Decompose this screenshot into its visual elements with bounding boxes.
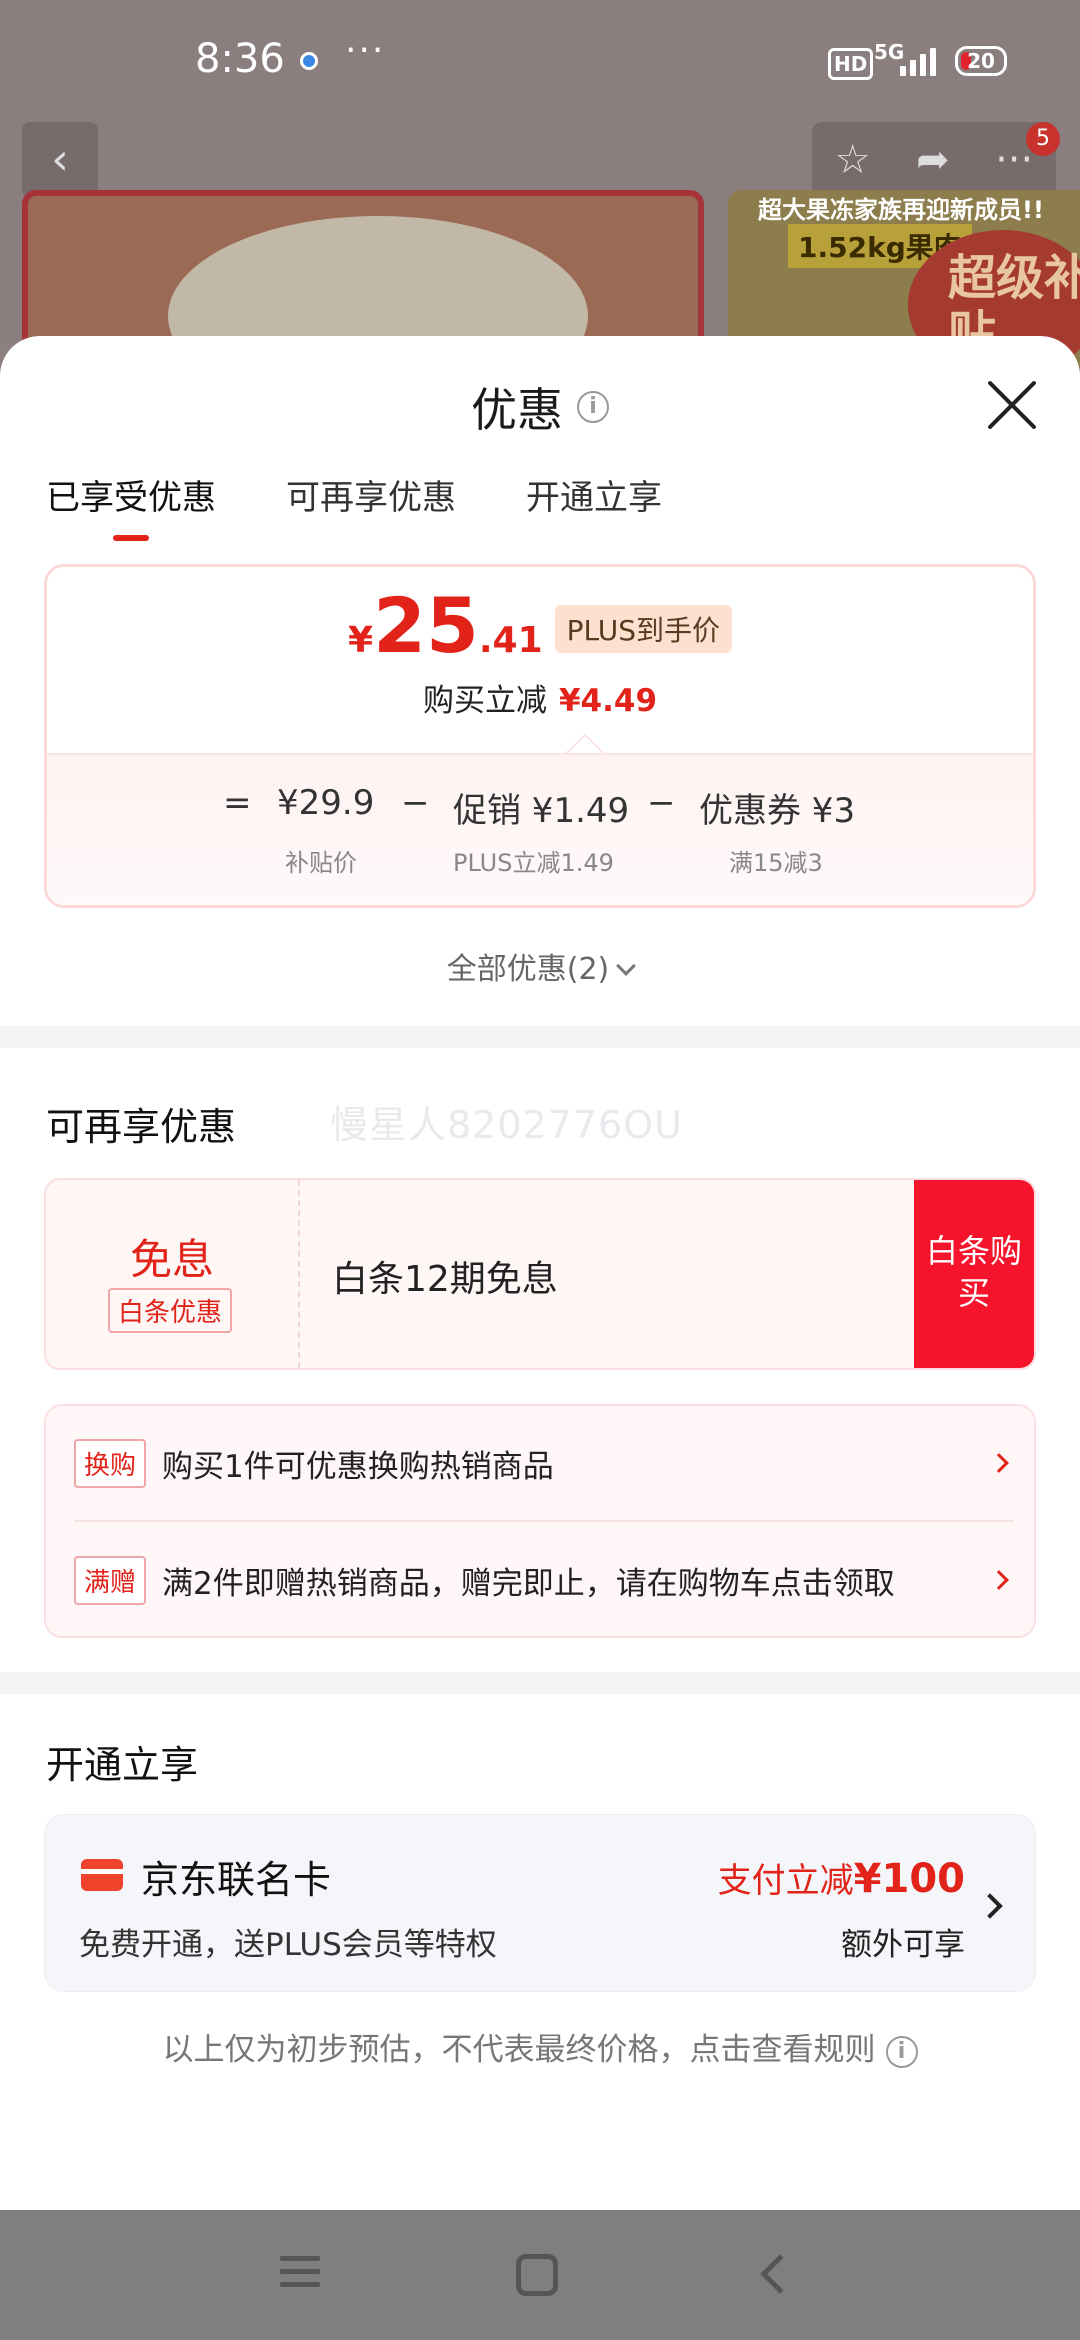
price-integer: 25 bbox=[373, 581, 479, 670]
sheet-title: 优惠 bbox=[471, 383, 563, 437]
baitiao-offer[interactable]: 免息 白条优惠 白条12期免息 白条购买 bbox=[44, 1178, 1036, 1370]
status-more-icon: ··· bbox=[345, 30, 386, 71]
reduce-line: 购买立减 ¥4.49 bbox=[47, 675, 1033, 720]
chevron-down-icon bbox=[616, 956, 637, 976]
info-icon[interactable]: i bbox=[577, 391, 609, 423]
card-promo-value: ¥100 bbox=[853, 1856, 965, 1902]
offers-list: 换购 购买1件可优惠换购热销商品 满赠 满2件即赠热销商品，赠完即止，请在购物车… bbox=[44, 1404, 1036, 1638]
interest-free-label: 免息 bbox=[129, 1235, 214, 1284]
credit-card-icon bbox=[81, 1859, 123, 1891]
reduce-label: 购买立减 bbox=[422, 683, 547, 719]
list-item[interactable]: 满赠 满2件即赠热销商品，赠完即止，请在购物车点击领取 bbox=[74, 1522, 1014, 1638]
disclaimer-text: 以上仅为初步预估，不代表最终价格，点击查看规则 bbox=[162, 2032, 876, 2068]
status-time: 8:36 bbox=[195, 36, 285, 82]
coupon-discount: 优惠券 ¥3 bbox=[699, 791, 856, 831]
card-promo-prefix: 支付立减 bbox=[717, 1861, 854, 1901]
all-promos-toggle[interactable]: 全部优惠(2) bbox=[0, 944, 1080, 988]
baitiao-badge: 免息 白条优惠 bbox=[46, 1180, 300, 1368]
info-icon[interactable]: i bbox=[885, 2035, 918, 2068]
price-card: ¥ 25 .41 PLUS到手价 购买立减 ¥4.49 = ¥29.9 − 促销 … bbox=[44, 564, 1036, 908]
tab-more[interactable]: 可再享优惠 bbox=[286, 470, 456, 541]
price-decimal: .41 bbox=[478, 620, 543, 661]
battery-level: 20 bbox=[967, 49, 995, 73]
menu-icon[interactable] bbox=[280, 2256, 320, 2295]
tab-enjoyed[interactable]: 已享受优惠 bbox=[46, 470, 216, 541]
tab-bar: 已享受优惠 可再享优惠 开通立享 bbox=[46, 470, 662, 541]
section-divider bbox=[0, 1026, 1080, 1048]
sheet-header: 优惠 i bbox=[0, 374, 1080, 440]
home-icon[interactable] bbox=[516, 2254, 558, 2296]
open-section-title: 开通立享 bbox=[46, 1743, 199, 1787]
card-desc: 免费开通，送PLUS会员等特权 bbox=[79, 1927, 497, 1963]
tab-open[interactable]: 开通立享 bbox=[526, 470, 662, 541]
baitiao-buy-button[interactable]: 白条购买 bbox=[914, 1180, 1034, 1368]
section-divider bbox=[0, 1672, 1080, 1694]
card-name: 京东联名卡 bbox=[141, 1858, 332, 1902]
banner-text: 超大果冻家族再迎新成员!! bbox=[758, 196, 1044, 224]
signal-icon bbox=[900, 44, 936, 76]
cobrand-card-offer[interactable]: 京东联名卡 免费开通，送PLUS会员等特权 支付立减¥100 额外可享 bbox=[44, 1814, 1036, 1992]
status-bar: 8:36 ··· HD 5G 20 bbox=[0, 0, 1080, 120]
equals-sign: = bbox=[223, 783, 252, 823]
minus-sign: − bbox=[401, 783, 430, 823]
promo-discount: 促销 ¥1.49 bbox=[453, 791, 630, 831]
offer-tag: 满赠 bbox=[74, 1555, 147, 1605]
chevron-right-icon bbox=[989, 1453, 1009, 1473]
more-section-title: 可再享优惠 bbox=[46, 1105, 237, 1149]
chevron-right-icon bbox=[977, 1893, 1003, 1919]
minus-sign: − bbox=[647, 783, 676, 823]
reduce-value: ¥4.49 bbox=[558, 683, 658, 719]
hd-icon: HD bbox=[828, 48, 874, 80]
system-nav-bar bbox=[0, 2210, 1080, 2340]
list-item[interactable]: 换购 购买1件可优惠换购热销商品 bbox=[74, 1406, 1014, 1522]
close-icon[interactable] bbox=[985, 378, 1039, 432]
plus-price-tag: PLUS到手价 bbox=[554, 604, 732, 653]
offer-text: 购买1件可优惠换购热销商品 bbox=[162, 1448, 554, 1485]
final-price: ¥ 25 .41 PLUS到手价 bbox=[47, 581, 1033, 670]
star-icon[interactable]: ☆ bbox=[835, 137, 871, 183]
baitiao-tag: 白条优惠 bbox=[108, 1288, 233, 1333]
all-promos-label: 全部优惠(2) bbox=[446, 952, 610, 987]
back-arrow-icon[interactable]: ‹ bbox=[22, 122, 98, 198]
price-breakdown: = ¥29.9 − 促销 ¥1.49 − 优惠券 ¥3 补贴价 PLUS立减1.… bbox=[47, 753, 1033, 905]
battery-icon: 20 bbox=[955, 46, 1007, 76]
price-currency: ¥ bbox=[348, 620, 374, 661]
offer-tag: 换购 bbox=[74, 1438, 147, 1488]
cart-badge: 5 bbox=[1026, 122, 1060, 156]
disclaimer[interactable]: 以上仅为初步预估，不代表最终价格，点击查看规则 i bbox=[0, 2024, 1080, 2069]
chevron-right-icon bbox=[989, 1570, 1009, 1590]
card-promo: 支付立减¥100 bbox=[718, 1853, 965, 1902]
base-price: ¥29.9 bbox=[277, 783, 375, 823]
promo-sheet: 优惠 i 已享受优惠 可再享优惠 开通立享 ¥ 25 .41 PLUS到手价 购… bbox=[0, 336, 1080, 2210]
share-icon[interactable]: ➦ bbox=[916, 137, 950, 183]
watermark: 慢星人8202776OU bbox=[330, 1103, 683, 1147]
back-icon[interactable] bbox=[760, 2254, 800, 2294]
page-toolbar: ☆ ➦ ··· bbox=[812, 122, 1056, 198]
offer-text: 满2件即赠热销商品，赠完即止，请在购物车点击领取 bbox=[162, 1565, 895, 1602]
card-extra: 额外可享 bbox=[841, 1927, 965, 1963]
coupon-discount-label: 满15减3 bbox=[729, 849, 823, 877]
promo-discount-label: PLUS立减1.49 bbox=[453, 849, 614, 877]
notification-dot-icon bbox=[300, 52, 318, 70]
base-price-label: 补贴价 bbox=[285, 849, 357, 877]
baitiao-desc: 白条12期免息 bbox=[332, 1259, 558, 1300]
